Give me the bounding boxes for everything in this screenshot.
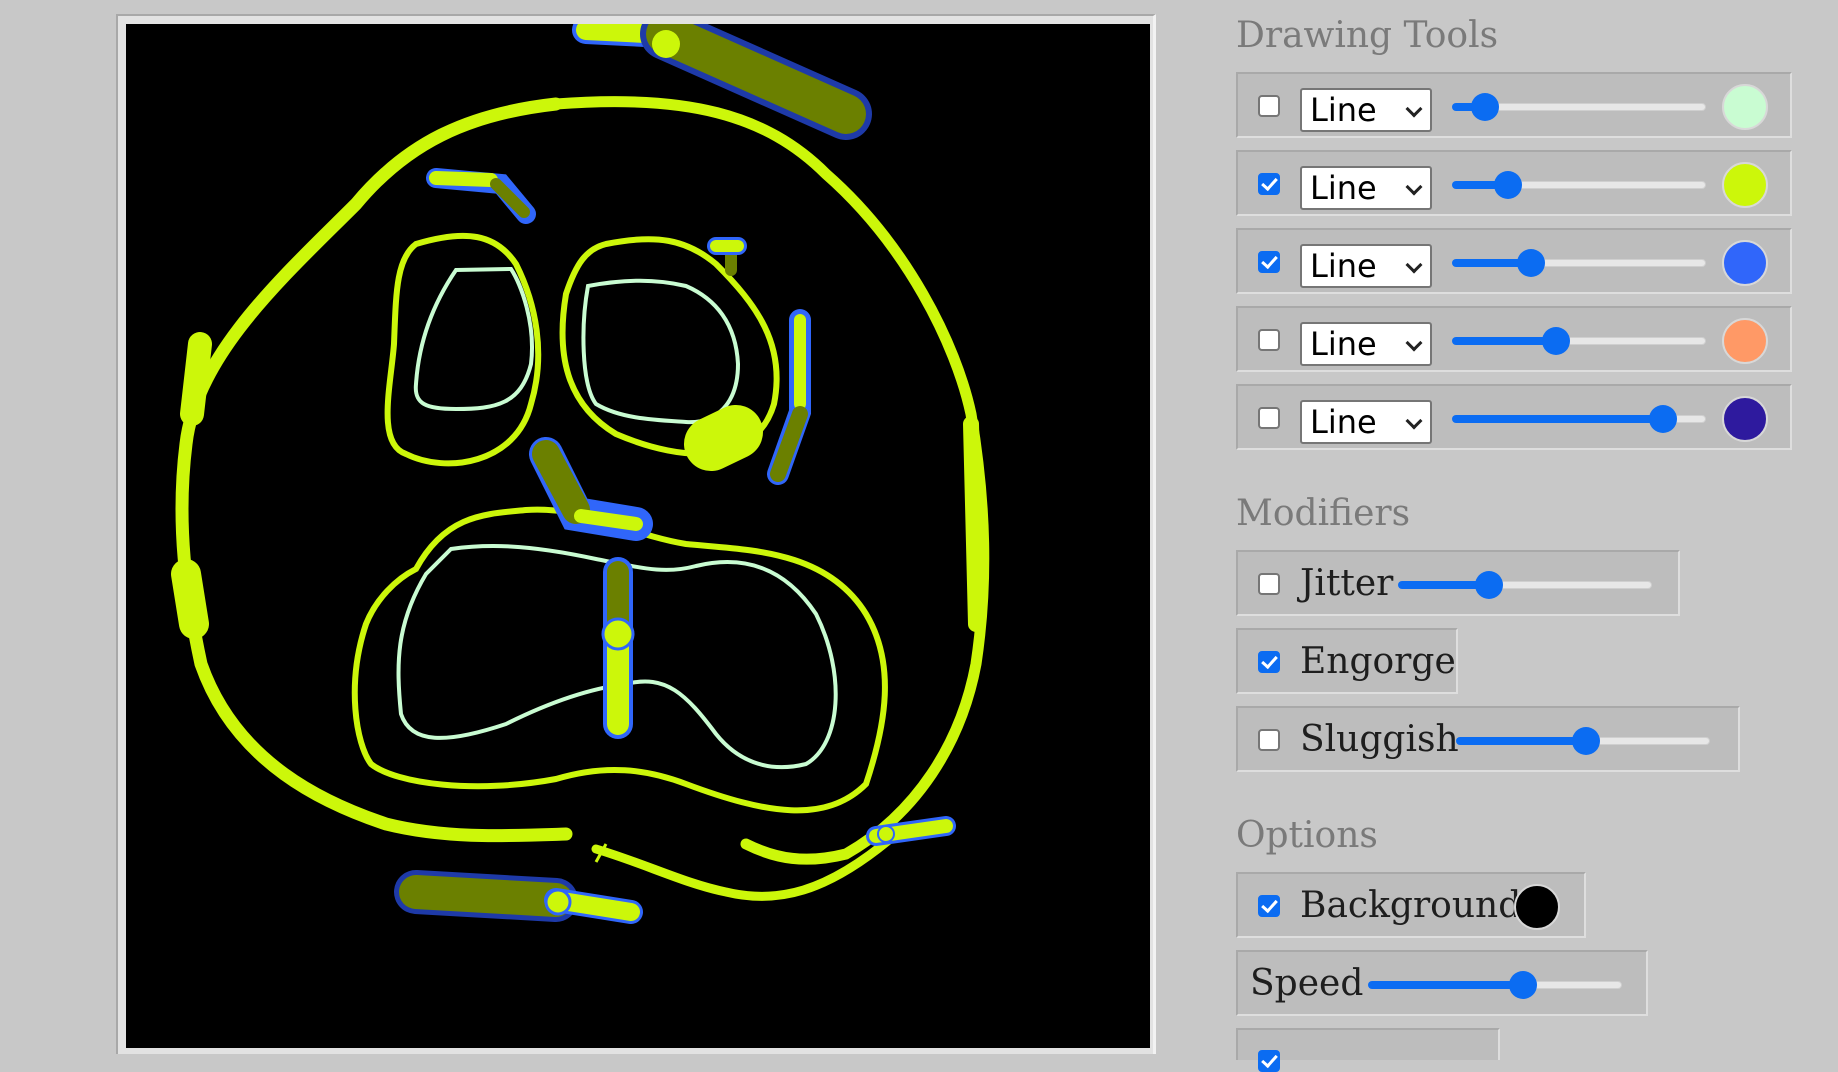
modifier-row-engorge: Engorge [1236, 628, 1458, 694]
tool-shape-value: Line [1310, 403, 1377, 441]
right-eye-inner-stroke [581, 278, 741, 425]
jitter-slider[interactable] [1398, 570, 1652, 600]
slider-thumb[interactable] [1571, 727, 1600, 755]
chevron-down-icon [1405, 334, 1423, 352]
tool-shape-select[interactable]: Line [1300, 244, 1432, 288]
modifier-label: Engorge [1300, 641, 1456, 682]
control-panel: Drawing Tools Line Line Line Line Line M… [1236, 0, 1836, 1072]
tool-row-2: Line [1236, 150, 1792, 216]
tool-shape-value: Line [1310, 325, 1377, 363]
tool-color-swatch[interactable] [1722, 318, 1768, 364]
background-label: Background [1300, 885, 1522, 926]
tool-shape-select[interactable]: Line [1300, 88, 1432, 132]
face-outline-left-stroke [175, 97, 573, 843]
background-color-swatch[interactable] [1514, 884, 1560, 930]
option-row-speed: Speed [1236, 950, 1648, 1016]
tool-row-3: Line [1236, 228, 1792, 294]
tool-row-5: Line [1236, 384, 1792, 450]
slider-thumb[interactable] [1648, 405, 1677, 433]
option-row-background: Background [1236, 872, 1586, 938]
sluggish-slider[interactable] [1456, 726, 1710, 756]
slider-thumb[interactable] [1516, 249, 1545, 277]
drawing-tools-title: Drawing Tools [1236, 15, 1499, 56]
tool-enable-checkbox[interactable] [1258, 95, 1280, 117]
face-outline-bulge [180, 332, 212, 426]
speed-slider[interactable] [1368, 970, 1622, 1000]
modifier-enable-checkbox[interactable] [1258, 651, 1280, 673]
tool-color-swatch[interactable] [1722, 162, 1768, 208]
tool-enable-checkbox[interactable] [1258, 407, 1280, 429]
slider-thumb[interactable] [1471, 93, 1500, 121]
modifier-row-jitter: Jitter [1236, 550, 1680, 616]
chevron-down-icon [1405, 256, 1423, 274]
tool-size-slider[interactable] [1452, 170, 1706, 200]
face-outline-bulge [171, 559, 209, 639]
chevron-down-icon [1405, 100, 1423, 118]
tool-color-swatch[interactable] [1722, 396, 1768, 442]
tool-row-1: Line [1236, 72, 1792, 138]
tool-shape-value: Line [1310, 169, 1377, 207]
face-outline-bulge [963, 416, 984, 632]
modifiers-title: Modifiers [1236, 493, 1411, 534]
tool-color-swatch[interactable] [1722, 240, 1768, 286]
tool-enable-checkbox[interactable] [1258, 173, 1280, 195]
modifier-label: Jitter [1300, 563, 1394, 604]
tool-shape-value: Line [1310, 91, 1377, 129]
drawing-strokes [171, 24, 990, 924]
canvas-frame [116, 14, 1156, 1054]
tool-size-slider[interactable] [1452, 404, 1706, 434]
modifier-enable-checkbox[interactable] [1258, 573, 1280, 595]
slider-thumb[interactable] [1475, 571, 1504, 599]
slider-thumb[interactable] [1542, 327, 1571, 355]
chevron-down-icon [1405, 412, 1423, 430]
slider-thumb[interactable] [1493, 171, 1522, 199]
speed-label: Speed [1250, 963, 1364, 1004]
background-checkbox[interactable] [1258, 895, 1280, 917]
tool-shape-select[interactable]: Line [1300, 322, 1432, 366]
tool-enable-checkbox[interactable] [1258, 251, 1280, 273]
tool-enable-checkbox[interactable] [1258, 329, 1280, 351]
tool-row-4: Line [1236, 306, 1792, 372]
tool-color-swatch[interactable] [1722, 84, 1768, 130]
option-checkbox-partial[interactable] [1258, 1050, 1280, 1072]
tool-size-slider[interactable] [1452, 326, 1706, 356]
tool-shape-select[interactable]: Line [1300, 166, 1432, 210]
modifier-enable-checkbox[interactable] [1258, 729, 1280, 751]
tool-size-slider[interactable] [1452, 92, 1706, 122]
modifier-row-sluggish: Sluggish [1236, 706, 1740, 772]
left-eye-inner-stroke [413, 266, 534, 412]
tool-shape-select[interactable]: Line [1300, 400, 1432, 444]
modifier-label: Sluggish [1300, 719, 1459, 760]
slider-thumb[interactable] [1508, 971, 1537, 999]
option-row-partial [1236, 1028, 1500, 1072]
chevron-down-icon [1405, 178, 1423, 196]
options-title: Options [1236, 815, 1378, 856]
tool-size-slider[interactable] [1452, 248, 1706, 278]
tool-shape-value: Line [1310, 247, 1377, 285]
drawing-canvas[interactable] [126, 24, 1150, 1048]
